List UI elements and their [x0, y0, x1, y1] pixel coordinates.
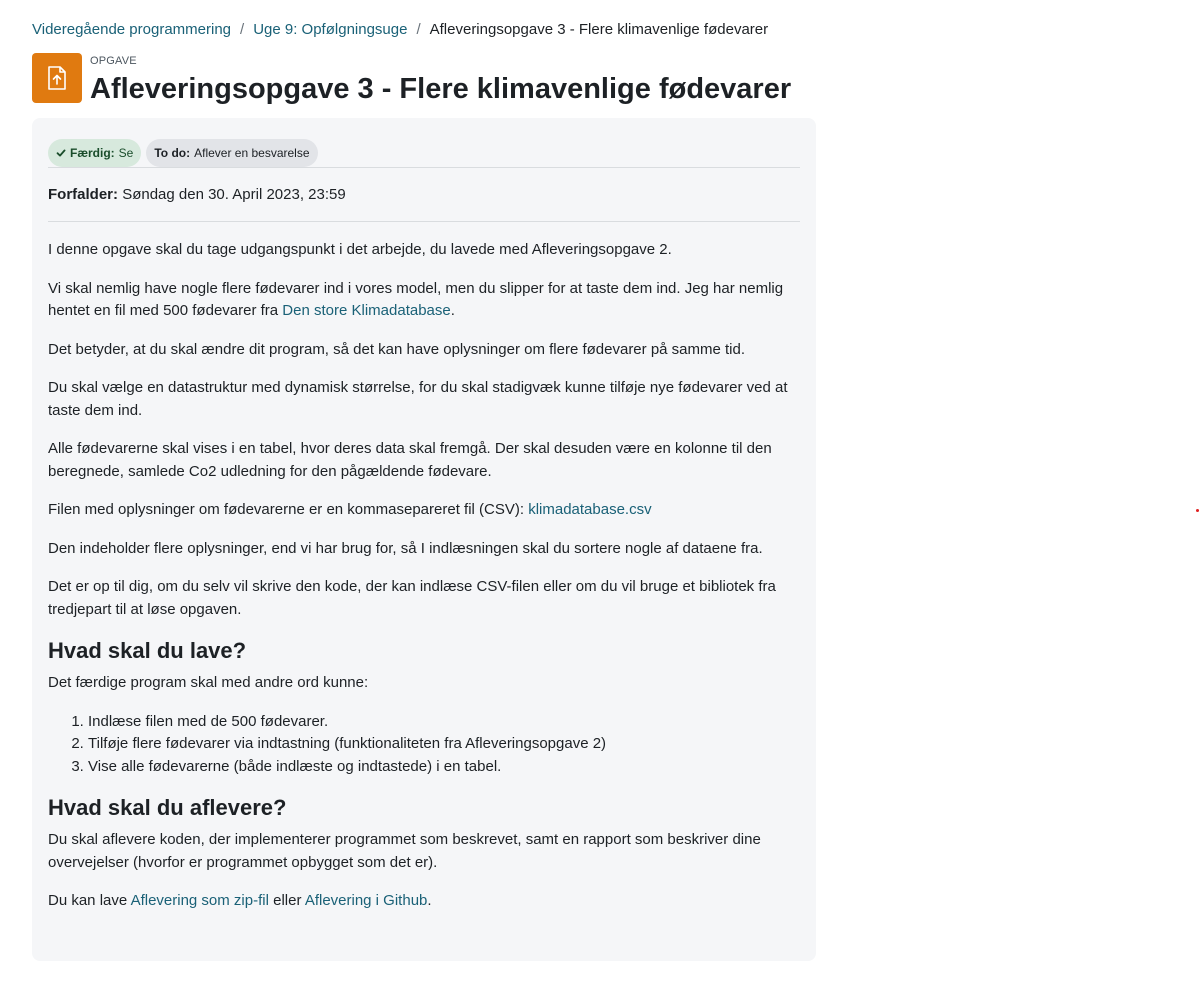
- page-title: Afleveringsopgave 3 - Flere klimavenlige…: [90, 73, 792, 105]
- description-paragraph: Du skal vælge en datastruktur med dynami…: [48, 379, 788, 419]
- completion-done-value: Se: [118, 145, 134, 160]
- description-paragraph: Du skal aflevere koden, der implementere…: [48, 831, 761, 871]
- check-icon: [56, 149, 66, 156]
- breadcrumb-separator: /: [240, 21, 245, 38]
- description-paragraph: Det er op til dig, om du selv vil skrive…: [48, 578, 776, 618]
- assignment-description: I denne opgave skal du tage udgangspunkt…: [48, 222, 800, 913]
- completion-done-label: Færdig:: [70, 145, 115, 160]
- description-paragraph: Filen med oplysninger om fødevarerne er …: [48, 499, 800, 522]
- zip-submission-link[interactable]: Aflevering som zip-fil: [131, 892, 269, 909]
- description-paragraph: Den indeholder flere oplysninger, end vi…: [48, 539, 763, 557]
- description-paragraph: Vi skal nemlig have nogle flere fødevare…: [48, 278, 800, 323]
- list-item: Tilføje flere fødevarer via indtastning …: [88, 733, 800, 756]
- cursor-dot: [1196, 509, 1199, 512]
- breadcrumb-current: Afleveringsopgave 3 - Flere klimavenlige…: [429, 21, 769, 38]
- description-paragraph: Alle fødevarerne skal vises i en tabel, …: [48, 440, 772, 480]
- due-date-label: Forfalder:: [48, 186, 119, 203]
- completion-todo-value: Aflever en besvarelse: [194, 145, 310, 160]
- klimadatabase-link[interactable]: Den store Klimadatabase: [282, 302, 450, 319]
- description-paragraph: I denne opgave skal du tage udgangspunkt…: [48, 241, 672, 258]
- breadcrumb-separator: /: [416, 21, 421, 38]
- text-span: .: [427, 892, 432, 909]
- page: Videregående programmering / Uge 9: Opfø…: [0, 0, 1201, 989]
- completion-todo-label: To do:: [154, 145, 191, 160]
- assignment-card: Færdig: Se To do: Aflever en besvarelse …: [32, 118, 816, 961]
- text-span: Du kan lave: [48, 892, 131, 909]
- due-date-value: Søndag den 30. April 2023, 23:59: [122, 186, 346, 203]
- text-span: .: [450, 302, 455, 319]
- section-heading: Hvad skal du lave?: [48, 638, 247, 663]
- description-paragraph: Det betyder, at du skal ændre dit progra…: [48, 340, 746, 358]
- text-span: eller: [268, 892, 305, 909]
- section-heading: Hvad skal du aflevere?: [48, 795, 287, 820]
- description-paragraph: Det færdige program skal med andre ord k…: [48, 674, 369, 691]
- breadcrumb-course-link[interactable]: Videregående programmering: [32, 19, 231, 41]
- list-item: Vise alle fødevarerne (både indlæste og …: [88, 756, 800, 779]
- assignment-upload-icon: [32, 53, 82, 103]
- csv-file-link[interactable]: klimadatabase.csv: [528, 501, 651, 518]
- completion-todo-badge: To do: Aflever en besvarelse: [146, 138, 318, 167]
- github-submission-link[interactable]: Aflevering i Github: [305, 892, 428, 909]
- requirements-list: Indlæse filen med de 500 fødevarer. Tilf…: [48, 711, 800, 779]
- completion-done-badge: Færdig: Se: [48, 138, 142, 167]
- due-date: Forfalder: Søndag den 30. April 2023, 23…: [48, 168, 800, 221]
- breadcrumb-section-link[interactable]: Uge 9: Opfølgningsuge: [253, 19, 407, 41]
- breadcrumb: Videregående programmering / Uge 9: Opfø…: [32, 19, 768, 41]
- description-paragraph: Du kan lave Aflevering som zip-fil eller…: [48, 890, 800, 913]
- completion-badges: Færdig: Se To do: Aflever en besvarelse: [48, 138, 800, 167]
- activity-type-label: OPGAVE: [90, 55, 137, 67]
- list-item: Indlæse filen med de 500 fødevarer.: [88, 711, 800, 734]
- text-span: Filen med oplysninger om fødevarerne er …: [48, 501, 529, 518]
